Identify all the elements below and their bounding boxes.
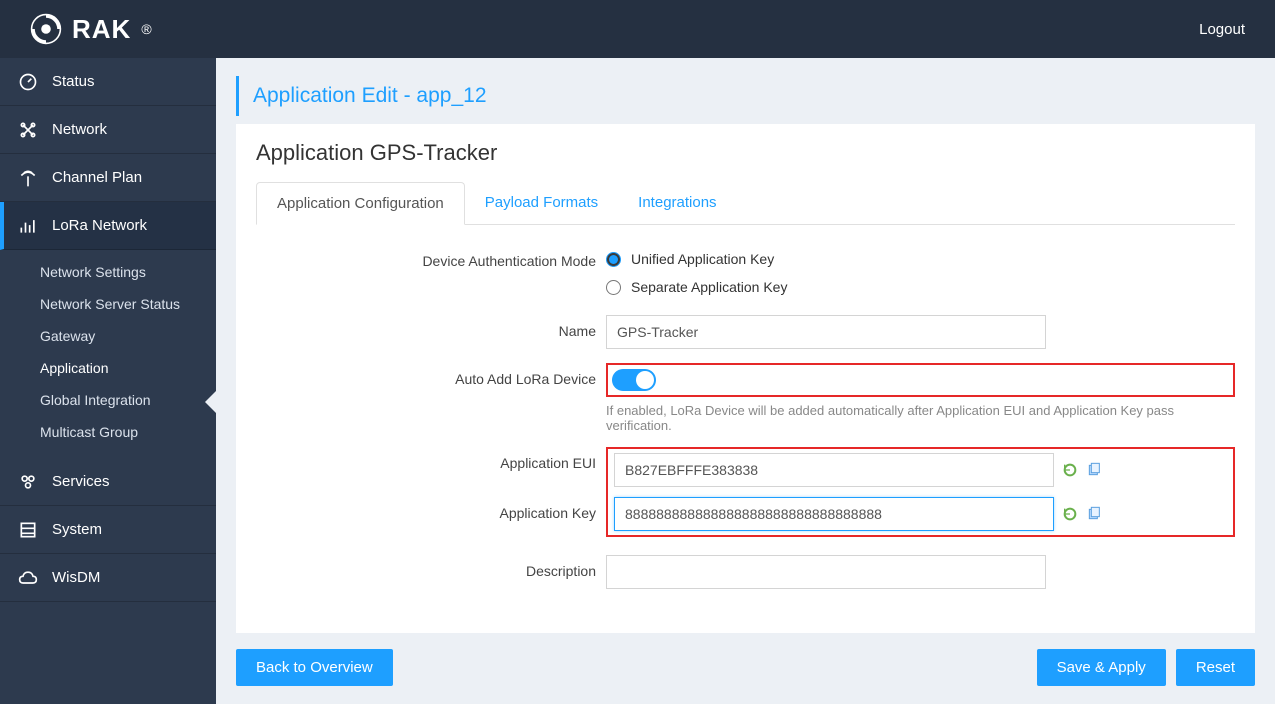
app-eui-input[interactable] [614, 453, 1054, 487]
antenna-icon [18, 168, 38, 188]
sidebar-submenu: Network Settings Network Server Status G… [0, 250, 216, 458]
network-icon [18, 120, 38, 140]
label-app-eui: Application EUI [256, 447, 606, 479]
tab-payload-formats[interactable]: Payload Formats [465, 182, 618, 224]
regenerate-icon[interactable] [1062, 462, 1078, 478]
page-title: Application Edit - app_12 [236, 76, 1255, 116]
sidebar-item-label: System [52, 521, 102, 538]
rak-logo-icon [30, 13, 62, 45]
label-auth-mode: Device Authentication Mode [256, 245, 606, 277]
radio-separate-key[interactable]: Separate Application Key [606, 273, 1235, 301]
radio-unified-input[interactable] [606, 252, 621, 267]
sidebar-item-status[interactable]: Status [0, 58, 216, 106]
regenerate-icon[interactable] [1062, 506, 1078, 522]
reset-button[interactable]: Reset [1176, 649, 1255, 686]
panel: Application GPS-Tracker Application Conf… [236, 124, 1255, 633]
sidebar-item-label: Channel Plan [52, 169, 142, 186]
sidebar-item-label: Services [52, 473, 110, 490]
radio-unified-label: Unified Application Key [631, 251, 774, 267]
cloud-icon [18, 568, 38, 588]
radio-separate-label: Separate Application Key [631, 279, 787, 295]
sidebar-item-label: WisDM [52, 569, 100, 586]
sidebar-item-wisdm[interactable]: WisDM [0, 554, 216, 602]
sidebar-item-network[interactable]: Network [0, 106, 216, 154]
sidebar-item-label: Status [52, 73, 95, 90]
sidebar: Status Network Channel Plan LoRa Network… [0, 58, 216, 704]
system-icon [18, 520, 38, 540]
sidebar-item-label: LoRa Network [52, 217, 147, 234]
sidebar-sub-application[interactable]: Application [0, 352, 216, 384]
sidebar-item-label: Network [52, 121, 107, 138]
services-icon [18, 472, 38, 492]
radio-separate-input[interactable] [606, 280, 621, 295]
tab-integrations[interactable]: Integrations [618, 182, 736, 224]
auto-add-toggle[interactable] [612, 369, 656, 391]
auto-add-hint: If enabled, LoRa Device will be added au… [606, 403, 1235, 433]
description-input[interactable] [606, 555, 1046, 589]
sidebar-sub-global-integration[interactable]: Global Integration [0, 384, 216, 416]
tabs: Application Configuration Payload Format… [256, 182, 1235, 225]
label-description: Description [256, 555, 606, 587]
copy-icon[interactable] [1086, 506, 1102, 522]
copy-icon[interactable] [1086, 462, 1102, 478]
app-key-input[interactable] [614, 497, 1054, 531]
sidebar-item-system[interactable]: System [0, 506, 216, 554]
barchart-icon [18, 216, 38, 236]
logout-link[interactable]: Logout [1199, 21, 1245, 38]
gauge-icon [18, 72, 38, 92]
panel-title: Application GPS-Tracker [256, 140, 1235, 166]
highlight-box-toggle [606, 363, 1235, 397]
radio-unified-key[interactable]: Unified Application Key [606, 245, 1235, 273]
save-apply-button[interactable]: Save & Apply [1037, 649, 1166, 686]
highlight-box-eui-key [606, 447, 1235, 537]
brand-name: RAK [72, 14, 131, 45]
app-header: RAK® Logout [0, 0, 1275, 58]
label-name: Name [256, 315, 606, 347]
brand-logo: RAK® [30, 13, 152, 45]
main-content: Application Edit - app_12 Application GP… [216, 58, 1275, 704]
label-auto-add: Auto Add LoRa Device [256, 363, 606, 395]
label-app-key: Application Key [256, 497, 606, 529]
sidebar-sub-multicast-group[interactable]: Multicast Group [0, 416, 216, 448]
back-button[interactable]: Back to Overview [236, 649, 393, 686]
active-sub-arrow [205, 390, 217, 414]
name-input[interactable] [606, 315, 1046, 349]
tab-app-config[interactable]: Application Configuration [256, 182, 465, 225]
sidebar-sub-network-server-status[interactable]: Network Server Status [0, 288, 216, 320]
sidebar-item-channel-plan[interactable]: Channel Plan [0, 154, 216, 202]
sidebar-item-services[interactable]: Services [0, 458, 216, 506]
sidebar-item-lora-network[interactable]: LoRa Network [0, 202, 216, 250]
sidebar-sub-network-settings[interactable]: Network Settings [0, 256, 216, 288]
footer-buttons: Back to Overview Save & Apply Reset [236, 633, 1255, 686]
sidebar-sub-gateway[interactable]: Gateway [0, 320, 216, 352]
